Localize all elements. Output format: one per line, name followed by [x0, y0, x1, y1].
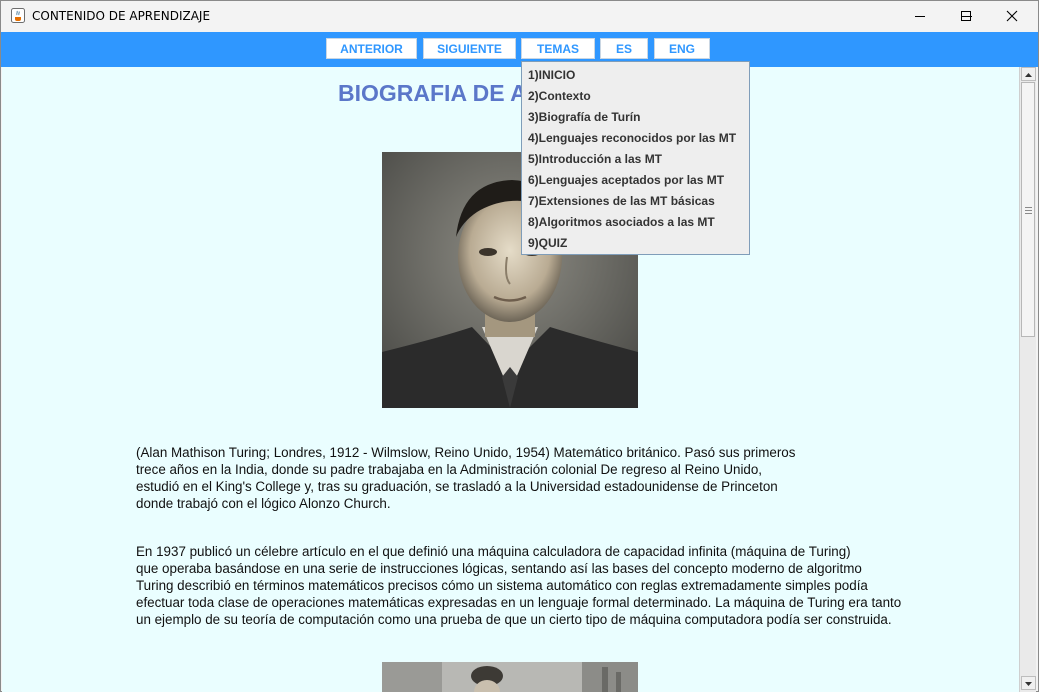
text-line: En 1937 publicó un célebre artículo en e… [136, 544, 851, 559]
next-button[interactable]: SIGUIENTE [423, 38, 516, 59]
grip-line [1025, 213, 1032, 214]
menu-item-algoritmos[interactable]: 8)Algoritmos asociados a las MT [528, 215, 715, 229]
app-window: CONTENIDO DE APRENDIZAJE ANTERIOR SIGUIE… [0, 0, 1039, 692]
biography-paragraph-2: En 1937 publicó un célebre artículo en e… [136, 543, 901, 628]
menu-item-inicio[interactable]: 1)INICIO [528, 68, 575, 82]
close-icon [1006, 10, 1018, 22]
second-photo-image [382, 662, 638, 692]
menu-item-contexto[interactable]: 2)Contexto [528, 89, 591, 103]
text-line: Turing describió en términos matemáticos… [136, 578, 868, 593]
language-es-button[interactable]: ES [600, 38, 648, 59]
java-app-icon [11, 8, 25, 23]
navigation-toolbar: ANTERIOR SIGUIENTE TEMAS ES ENG [1, 32, 1038, 67]
menu-item-biografia[interactable]: 3)Biografía de Turín [528, 110, 640, 124]
text-line: un ejemplo de su teoría de computación c… [136, 612, 892, 627]
arrow-down-icon [1025, 682, 1032, 686]
window-title: CONTENIDO DE APRENDIZAJE [32, 9, 211, 23]
menu-item-lenguajes-aceptados[interactable]: 6)Lenguajes aceptados por las MT [528, 173, 724, 187]
scroll-down-button[interactable] [1021, 676, 1036, 690]
topics-dropdown-menu: 1)INICIO 2)Contexto 3)Biografía de Turín… [521, 61, 750, 255]
text-line: trece años en la India, donde su padre t… [136, 462, 763, 477]
biography-paragraph-1: (Alan Mathison Turing; Londres, 1912 - W… [136, 444, 795, 512]
menu-item-extensiones[interactable]: 7)Extensiones de las MT básicas [528, 194, 715, 208]
maximize-icon [961, 11, 971, 21]
scrollbar-thumb[interactable] [1021, 82, 1035, 337]
text-line: que operaba basándose en una serie de in… [136, 561, 862, 576]
language-eng-button[interactable]: ENG [654, 38, 710, 59]
maximize-window-button[interactable] [943, 1, 989, 31]
vertical-scrollbar[interactable] [1019, 67, 1036, 692]
topics-button[interactable]: TEMAS [521, 38, 595, 59]
text-line: efectuar toda clase de operaciones matem… [136, 595, 902, 610]
close-window-button[interactable] [989, 1, 1035, 31]
content-panel: BIOGRAFIA DE ALAN TURING (Alan Mathison … [2, 67, 1019, 692]
menu-item-introduccion[interactable]: 5)Introducción a las MT [528, 152, 662, 166]
minimize-icon [915, 16, 925, 17]
grip-line [1025, 207, 1032, 208]
previous-button[interactable]: ANTERIOR [326, 38, 417, 59]
title-bar: CONTENIDO DE APRENDIZAJE [1, 1, 1038, 31]
text-line: donde trabajó con el lógico Alonzo Churc… [136, 496, 391, 511]
text-line: estudió en el King's College y, tras su … [136, 479, 778, 494]
menu-item-lenguajes-reconocidos[interactable]: 4)Lenguajes reconocidos por las MT [528, 131, 736, 145]
grip-line [1025, 210, 1032, 211]
text-line: (Alan Mathison Turing; Londres, 1912 - W… [136, 445, 796, 460]
scroll-up-button[interactable] [1021, 67, 1036, 81]
minimize-window-button[interactable] [897, 1, 943, 31]
menu-item-quiz[interactable]: 9)QUIZ [528, 236, 567, 250]
arrow-up-icon [1025, 73, 1032, 77]
